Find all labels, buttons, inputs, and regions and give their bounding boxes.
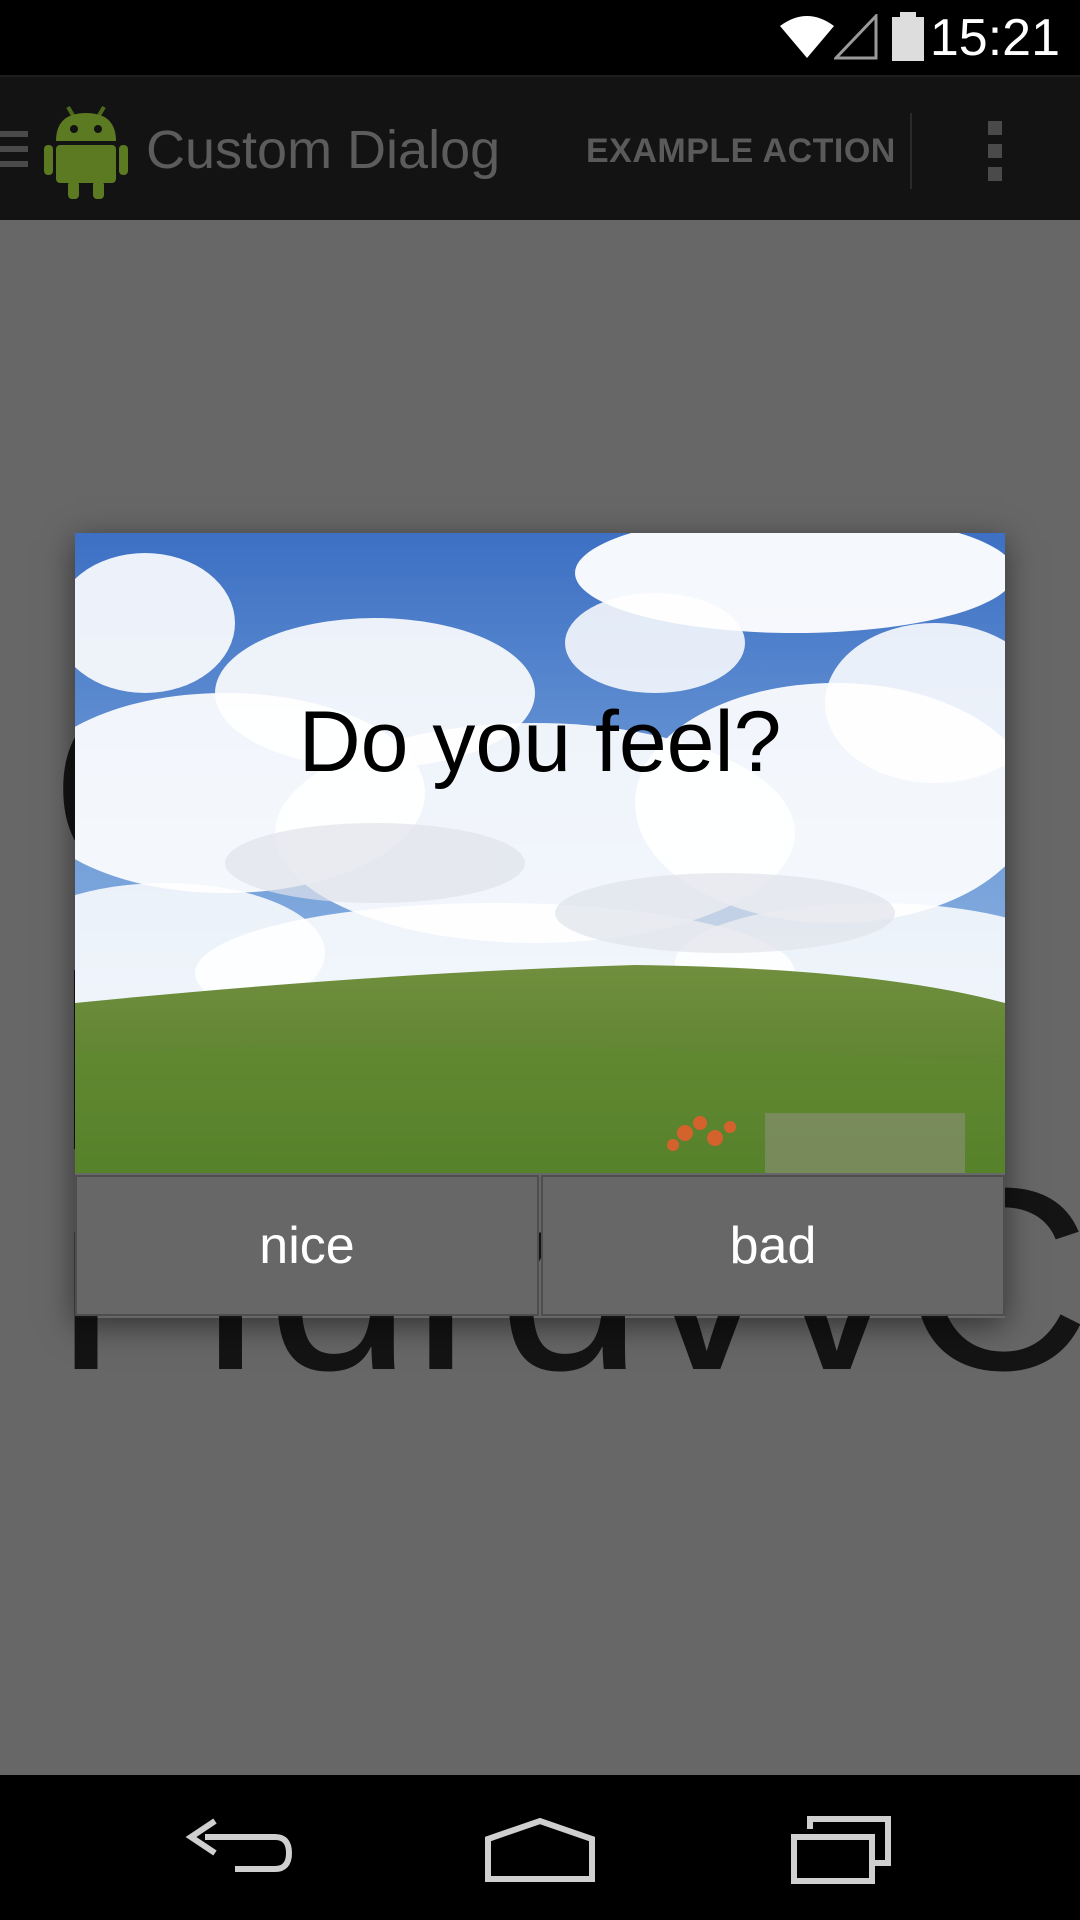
nice-button[interactable]: nice [75,1175,539,1316]
back-icon[interactable] [185,1815,295,1885]
action-bar-title: Custom Dialog [146,120,501,180]
wifi-icon [780,16,834,58]
status-bar: 15:21 [0,0,1080,75]
status-time: 15:21 [929,9,1060,67]
landscape-image: Do you feel? [75,533,1005,1173]
example-action-button[interactable]: EXAMPLE ACTION [586,132,896,171]
home-icon[interactable] [484,1815,596,1885]
overflow-menu-icon[interactable] [984,119,1008,183]
action-bar: Custom Dialog EXAMPLE ACTION [0,75,1080,222]
battery-icon [892,12,924,61]
recent-apps-icon[interactable] [790,1815,894,1885]
bad-button[interactable]: bad [541,1175,1005,1316]
navigation-bar [0,1775,1080,1920]
cell-signal-icon [834,14,878,60]
action-divider [910,113,912,189]
custom-dialog: Do you feel? nice bad [75,533,1005,1318]
android-app-icon[interactable] [44,103,128,199]
dialog-question: Do you feel? [298,694,782,790]
drawer-menu-icon[interactable] [0,129,30,169]
